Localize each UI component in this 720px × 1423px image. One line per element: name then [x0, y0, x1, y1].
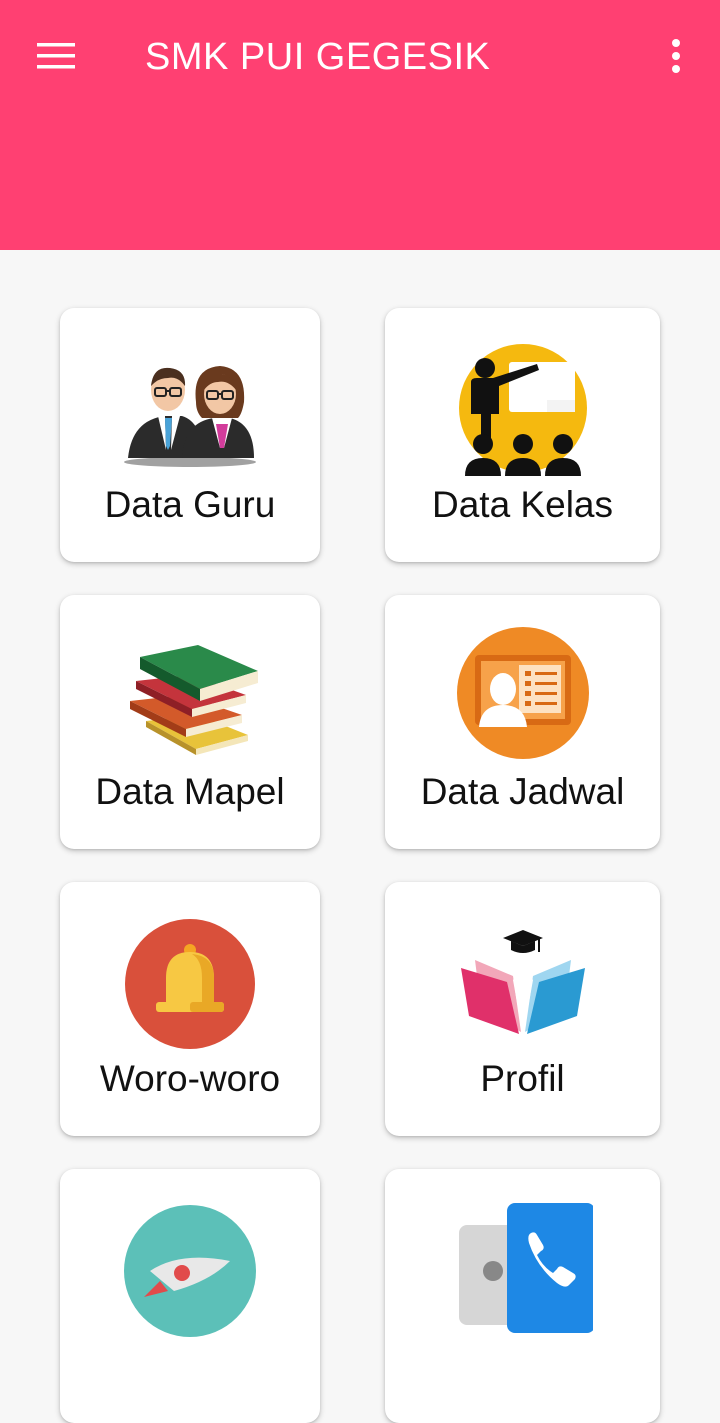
menu-card-woro-woro[interactable]: Woro-woro — [60, 882, 320, 1136]
schedule-icon — [453, 627, 593, 767]
app-title: SMK PUI GEGESIK — [145, 36, 491, 78]
menu-card-label: Woro-woro — [99, 1058, 281, 1099]
phone-contact-icon — [453, 1201, 593, 1341]
menu-card-label: Data Guru — [104, 484, 276, 525]
menu-button[interactable] — [30, 34, 82, 78]
teachers-icon — [120, 340, 260, 480]
menu-card-data-kelas[interactable]: Data Kelas — [385, 308, 660, 562]
menu-card-rocket[interactable] — [60, 1169, 320, 1423]
menu-card-label: Data Kelas — [432, 484, 613, 525]
menu-card-label: Profil — [480, 1058, 565, 1099]
rocket-icon — [120, 1201, 260, 1341]
menu-card-data-guru[interactable]: Data Guru — [60, 308, 320, 562]
menu-card-phone[interactable] — [385, 1169, 660, 1423]
more-vert-icon — [672, 39, 680, 73]
menu-card-data-jadwal[interactable]: Data Jadwal — [385, 595, 660, 849]
bell-icon — [120, 914, 260, 1054]
menu-card-label: Data Jadwal — [420, 771, 625, 812]
menu-card-profil[interactable]: Profil — [385, 882, 660, 1136]
menu-card-label: Data Mapel — [95, 771, 285, 812]
overflow-menu-button[interactable] — [656, 34, 696, 78]
classroom-icon — [453, 340, 593, 480]
hamburger-menu-icon — [37, 43, 75, 69]
app-bar: SMK PUI GEGESIK — [0, 0, 720, 250]
profile-book-icon — [453, 914, 593, 1054]
menu-card-data-mapel[interactable]: Data Mapel — [60, 595, 320, 849]
books-icon — [120, 627, 260, 767]
